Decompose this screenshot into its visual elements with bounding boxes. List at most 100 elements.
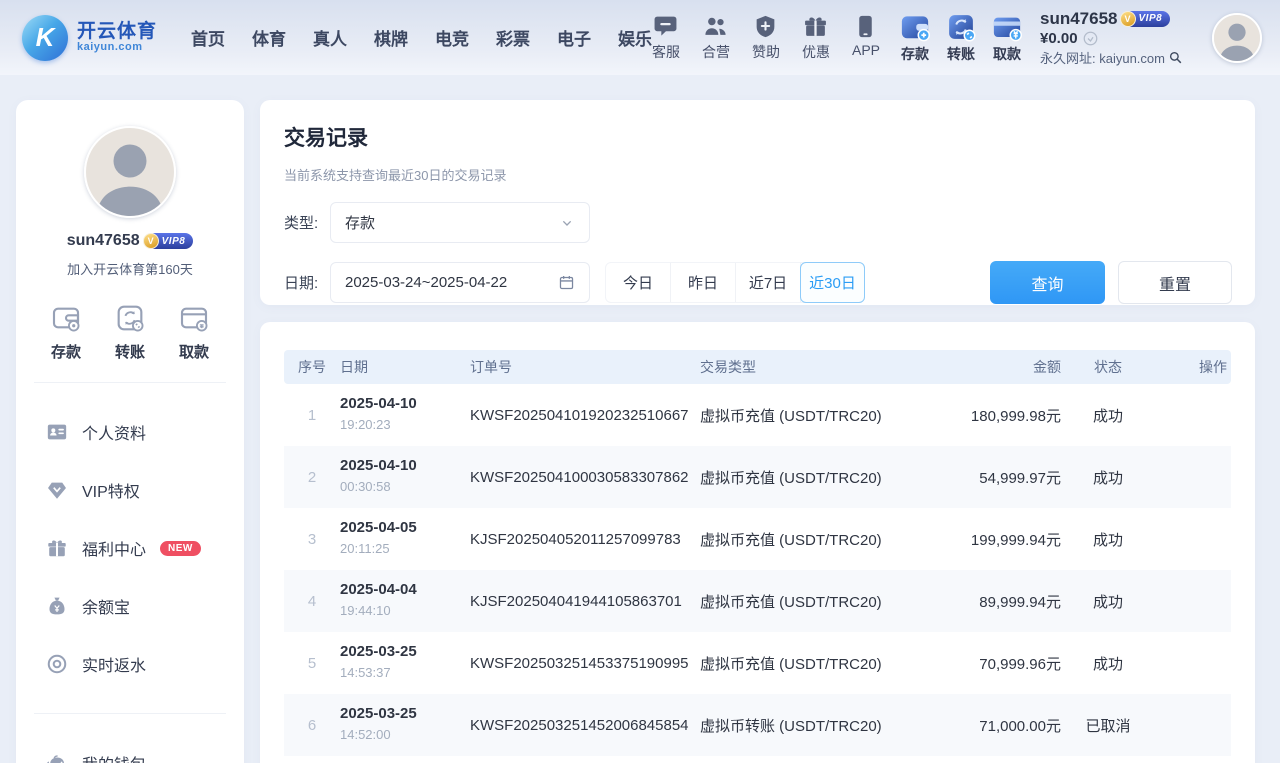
filter-panel: 交易记录 当前系统支持查询最近30日的交易记录 类型: 存款 日期: 2025-… bbox=[260, 100, 1255, 305]
transfer-icon bbox=[946, 12, 976, 42]
table-row[interactable]: 5 2025-03-2514:53:37 KWSF202503251453375… bbox=[284, 632, 1231, 694]
promotions-button[interactable]: 优惠 bbox=[802, 14, 830, 62]
quick-today-button[interactable]: 今日 bbox=[606, 263, 671, 302]
user-avatar[interactable] bbox=[1212, 13, 1262, 63]
type-filter-row: 类型: 存款 bbox=[284, 202, 1232, 243]
row-amount: 71,000.00元 bbox=[885, 715, 1061, 736]
col-order: 订单号 bbox=[470, 357, 700, 377]
sidebar-item-rebate[interactable]: 实时返水 bbox=[16, 635, 244, 693]
row-order-no: KWSF202503251453375190995 bbox=[470, 655, 700, 672]
page-title: 交易记录 bbox=[284, 122, 1232, 152]
type-select[interactable]: 存款 bbox=[330, 202, 590, 243]
row-date: 2025-03-25 bbox=[340, 705, 417, 722]
app-download-button[interactable]: APP bbox=[852, 14, 880, 62]
nav-esports[interactable]: 电竞 bbox=[435, 25, 469, 50]
withdraw-icon bbox=[992, 12, 1022, 42]
deposit-button[interactable]: 存款 bbox=[900, 12, 930, 64]
withdraw-button[interactable]: 取款 bbox=[992, 12, 1022, 64]
row-order-no: KWSF202504100030583307862 bbox=[470, 469, 700, 486]
records-table-panel: 序号 日期 订单号 交易类型 金额 状态 操作 1 2025-04-1019:2… bbox=[260, 322, 1255, 763]
brand-domain: kaiyun.com bbox=[77, 42, 157, 54]
refresh-balance-icon[interactable] bbox=[1083, 31, 1098, 46]
row-status: 成功 bbox=[1061, 467, 1155, 488]
chevron-down-icon bbox=[559, 215, 575, 231]
nav-chess[interactable]: 棋牌 bbox=[374, 25, 408, 50]
quick-30days-button[interactable]: 近30日 bbox=[800, 262, 865, 303]
logo-text: 开云体育 kaiyun.com bbox=[77, 22, 157, 53]
row-order-no: KWSF202504101920232510667 bbox=[470, 407, 700, 424]
table-row[interactable]: 6 2025-03-2514:52:00 KWSF202503251452006… bbox=[284, 694, 1231, 756]
profile-avatar[interactable] bbox=[84, 126, 176, 218]
partners-icon bbox=[703, 14, 728, 39]
page-subtitle: 当前系统支持查询最近30日的交易记录 bbox=[284, 165, 1232, 184]
transfer-outline-icon bbox=[114, 302, 146, 334]
gem-icon bbox=[46, 479, 68, 501]
nav-lottery[interactable]: 彩票 bbox=[496, 25, 530, 50]
date-range-value: 2025-03-24~2025-04-22 bbox=[345, 274, 558, 291]
welfare-icon bbox=[46, 537, 68, 559]
quick-date-buttons: 今日 昨日 近7日 近30日 bbox=[605, 262, 865, 303]
deposit-icon bbox=[900, 12, 930, 42]
site-logo[interactable]: K 开云体育 kaiyun.com bbox=[22, 15, 157, 61]
table-row[interactable]: 1 2025-04-1019:20:23 KWSF202504101920232… bbox=[284, 384, 1231, 446]
row-order-no: KJSF202504041944105863701 bbox=[470, 593, 700, 610]
balance-amount: ¥0.00 bbox=[1040, 30, 1078, 47]
utility-menu: 客服 合营 赞助 优惠 APP bbox=[652, 14, 880, 62]
search-icon[interactable] bbox=[1168, 50, 1183, 65]
logo-icon: K bbox=[22, 15, 68, 61]
row-amount: 70,999.96元 bbox=[885, 653, 1061, 674]
transfer-button[interactable]: 转账 bbox=[946, 12, 976, 64]
row-amount: 54,999.97元 bbox=[885, 467, 1061, 488]
vip-badge[interactable]: V VIP8 bbox=[1124, 11, 1171, 27]
reset-button[interactable]: 重置 bbox=[1118, 261, 1232, 304]
nav-sports[interactable]: 体育 bbox=[252, 25, 286, 50]
sidebar-item-vip[interactable]: VIP特权 bbox=[16, 461, 244, 519]
top-navigation: 首页 体育 真人 棋牌 电竞 彩票 电子 娱乐 bbox=[191, 25, 652, 50]
vip-badge[interactable]: V VIP8 bbox=[147, 233, 194, 249]
row-date: 2025-04-10 bbox=[340, 457, 417, 474]
partners-button[interactable]: 合营 bbox=[702, 14, 730, 62]
nav-home[interactable]: 首页 bbox=[191, 25, 225, 50]
divider bbox=[34, 382, 226, 383]
sidebar-item-profile[interactable]: 个人资料 bbox=[16, 403, 244, 461]
table-row[interactable]: 4 2025-04-0419:44:10 KJSF202504041944105… bbox=[284, 570, 1231, 632]
row-date: 2025-04-04 bbox=[340, 581, 417, 598]
avatar-image bbox=[86, 128, 174, 216]
profile-username: sun47658 bbox=[67, 232, 140, 250]
quick-7days-button[interactable]: 近7日 bbox=[736, 263, 801, 302]
sidebar-transfer-button[interactable]: 转账 bbox=[114, 302, 146, 362]
nav-slots[interactable]: 电子 bbox=[557, 25, 591, 50]
date-filter-row: 日期: 2025-03-24~2025-04-22 今日 昨日 近7日 近30日… bbox=[284, 261, 1232, 304]
sidebar-item-wallet[interactable]: 我的钱包 bbox=[16, 734, 244, 763]
sidebar-withdraw-button[interactable]: 取款 bbox=[178, 302, 210, 362]
customer-service-button[interactable]: 客服 bbox=[652, 14, 680, 62]
row-type: 虚拟币充值 (USDT/TRC20) bbox=[700, 529, 885, 550]
topbar: K 开云体育 kaiyun.com 首页 体育 真人 棋牌 电竞 彩票 电子 娱… bbox=[0, 0, 1280, 75]
user-info: sun47658 V VIP8 ¥0.00 永久网址: kaiyun.com bbox=[1040, 9, 1200, 67]
row-time: 19:20:23 bbox=[340, 417, 391, 432]
nav-entertainment[interactable]: 娱乐 bbox=[618, 25, 652, 50]
row-time: 19:44:10 bbox=[340, 603, 391, 618]
deposit-outline-icon bbox=[50, 302, 82, 334]
sidebar-item-yuebao[interactable]: 余额宝 bbox=[16, 577, 244, 635]
date-range-input[interactable]: 2025-03-24~2025-04-22 bbox=[330, 262, 590, 303]
date-label: 日期: bbox=[284, 272, 330, 293]
sidebar-item-welfare[interactable]: 福利中心 NEW bbox=[16, 519, 244, 577]
withdraw-outline-icon bbox=[178, 302, 210, 334]
row-time: 14:53:37 bbox=[340, 665, 391, 680]
search-button[interactable]: 查询 bbox=[990, 261, 1105, 304]
sidebar-deposit-button[interactable]: 存款 bbox=[50, 302, 82, 362]
row-date: 2025-04-10 bbox=[340, 395, 417, 412]
row-type: 虚拟币充值 (USDT/TRC20) bbox=[700, 591, 885, 612]
table-row[interactable]: 3 2025-04-0520:11:25 KJSF202504052011257… bbox=[284, 508, 1231, 570]
table-row[interactable]: 2 2025-04-1000:30:58 KWSF202504100030583… bbox=[284, 446, 1231, 508]
row-type: 虚拟币充值 (USDT/TRC20) bbox=[700, 467, 885, 488]
row-status: 已取消 bbox=[1061, 715, 1155, 736]
quick-yesterday-button[interactable]: 昨日 bbox=[671, 263, 736, 302]
nav-live[interactable]: 真人 bbox=[313, 25, 347, 50]
moneybag-icon bbox=[46, 595, 68, 617]
type-label: 类型: bbox=[284, 212, 330, 233]
rebate-icon bbox=[46, 653, 68, 675]
sponsor-button[interactable]: 赞助 bbox=[752, 14, 780, 62]
vip-gem-icon: V bbox=[1120, 11, 1136, 27]
